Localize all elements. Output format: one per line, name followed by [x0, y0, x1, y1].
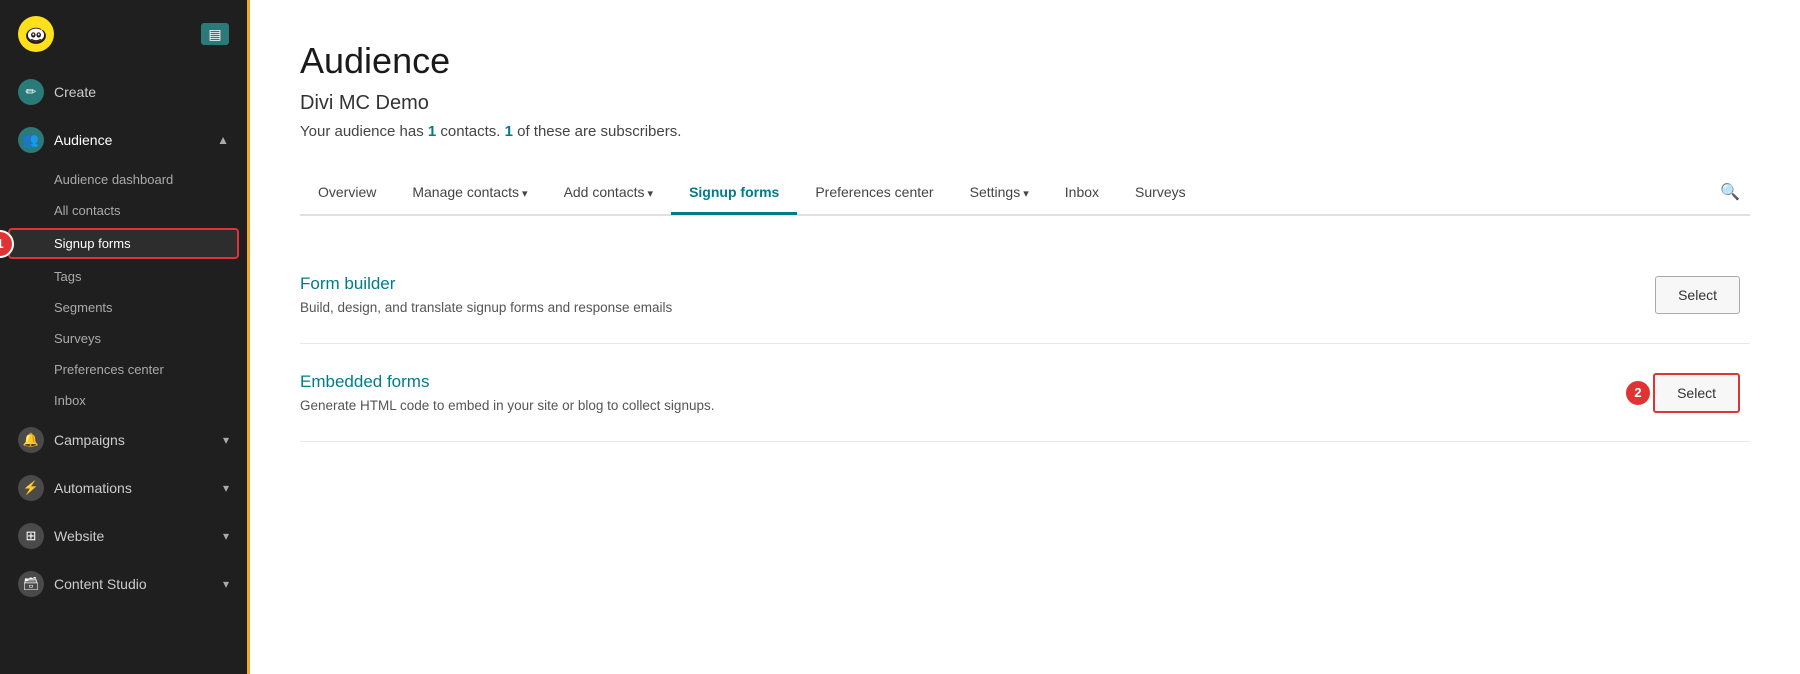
form-builder-select-button[interactable]: Select [1655, 276, 1740, 314]
sidebar-item-create[interactable]: ✏ Create [0, 68, 247, 116]
automations-chevron-icon: ▾ [223, 481, 229, 495]
sidebar-item-tags[interactable]: Tags [0, 261, 247, 292]
tab-overview[interactable]: Overview [300, 172, 394, 215]
sidebar-navigation: ✏ Create 👥 Audience ▲ Audience dashboard… [0, 68, 247, 674]
embedded-forms-description: Generate HTML code to embed in your site… [300, 398, 714, 413]
sidebar-item-audience-label: Audience [54, 132, 112, 148]
subscribers-count: 1 [505, 123, 513, 140]
tab-navigation: Overview Manage contacts Add contacts Si… [300, 170, 1750, 216]
sidebar-item-signup-forms[interactable]: Signup forms [8, 228, 239, 259]
audience-name: Divi MC Demo [300, 92, 1750, 115]
main-content-area: Audience Divi MC Demo Your audience has … [250, 0, 1800, 674]
sidebar-item-campaigns-label: Campaigns [54, 432, 125, 448]
embedded-forms-select-button[interactable]: Select [1653, 373, 1740, 413]
sidebar-item-audience[interactable]: 👥 Audience ▲ [0, 116, 247, 164]
create-icon: ✏ [18, 79, 44, 105]
website-chevron-icon: ▾ [223, 529, 229, 543]
sidebar-item-campaigns[interactable]: 🔔 Campaigns ▾ [0, 416, 247, 464]
campaigns-icon: 🔔 [18, 427, 44, 453]
content-studio-chevron-icon: ▾ [223, 577, 229, 591]
sidebar-item-audience-dashboard[interactable]: Audience dashboard [0, 164, 247, 195]
sidebar-item-website[interactable]: ⊞ Website ▾ [0, 512, 247, 560]
sidebar-item-automations[interactable]: ⚡ Automations ▾ [0, 464, 247, 512]
website-icon: ⊞ [18, 523, 44, 549]
sidebar-item-website-label: Website [54, 528, 104, 544]
audience-desc-mid: contacts. [440, 123, 504, 140]
form-builder-info: Form builder Build, design, and translat… [300, 274, 672, 315]
sidebar-item-automations-label: Automations [54, 480, 132, 496]
sidebar-item-inbox[interactable]: Inbox [0, 385, 247, 416]
form-builder-title[interactable]: Form builder [300, 274, 672, 294]
search-icon[interactable]: 🔍 [1710, 170, 1750, 214]
audience-chevron-icon: ▲ [217, 133, 229, 147]
tab-preferences-center[interactable]: Preferences center [797, 172, 951, 215]
campaigns-chevron-icon: ▾ [223, 433, 229, 447]
tab-settings[interactable]: Settings [952, 172, 1047, 215]
tab-inbox[interactable]: Inbox [1047, 172, 1117, 215]
sidebar-item-all-contacts[interactable]: All contacts [0, 195, 247, 226]
sidebar-item-signup-forms-wrapper: 1 Signup forms [0, 228, 247, 259]
sidebar-header: ▤ [0, 0, 247, 68]
tab-manage-contacts[interactable]: Manage contacts [394, 172, 545, 215]
form-builder-description: Build, design, and translate signup form… [300, 300, 672, 315]
signup-forms-cards: Form builder Build, design, and translat… [250, 246, 1800, 442]
tab-add-contacts[interactable]: Add contacts [546, 172, 672, 215]
sidebar-item-content-studio[interactable]: 🗃 Content Studio ▾ [0, 560, 247, 608]
audience-desc-prefix: Your audience has [300, 123, 428, 140]
audience-subnav: Audience dashboard All contacts 1 Signup… [0, 164, 247, 416]
page-header: Audience Divi MC Demo Your audience has … [250, 0, 1800, 246]
audience-description: Your audience has 1 contacts. 1 of these… [300, 123, 1750, 140]
audience-icon: 👥 [18, 127, 44, 153]
embedded-forms-select-wrapper: 2 Select [1653, 373, 1740, 413]
automations-icon: ⚡ [18, 475, 44, 501]
contacts-count: 1 [428, 123, 436, 140]
form-builder-card: Form builder Build, design, and translat… [300, 246, 1750, 344]
sidebar-item-create-label: Create [54, 84, 96, 100]
sidebar: ▤ ✏ Create 👥 Audience ▲ Audience dashboa… [0, 0, 250, 674]
audience-desc-suffix: of these are subscribers. [517, 123, 681, 140]
sidebar-item-surveys[interactable]: Surveys [0, 323, 247, 354]
sidebar-item-content-studio-label: Content Studio [54, 576, 147, 592]
embedded-forms-title[interactable]: Embedded forms [300, 372, 714, 392]
tab-signup-forms[interactable]: Signup forms [671, 172, 797, 215]
sidebar-item-segments[interactable]: Segments [0, 292, 247, 323]
page-title: Audience [300, 40, 1750, 82]
content-studio-icon: 🗃 [18, 571, 44, 597]
step-2-badge: 2 [1624, 379, 1652, 407]
embedded-forms-card: Embedded forms Generate HTML code to emb… [300, 344, 1750, 442]
mailchimp-logo [18, 16, 54, 52]
sidebar-toggle-button[interactable]: ▤ [201, 23, 229, 45]
embedded-forms-info: Embedded forms Generate HTML code to emb… [300, 372, 714, 413]
tab-surveys[interactable]: Surveys [1117, 172, 1204, 215]
sidebar-item-preferences-center[interactable]: Preferences center [0, 354, 247, 385]
